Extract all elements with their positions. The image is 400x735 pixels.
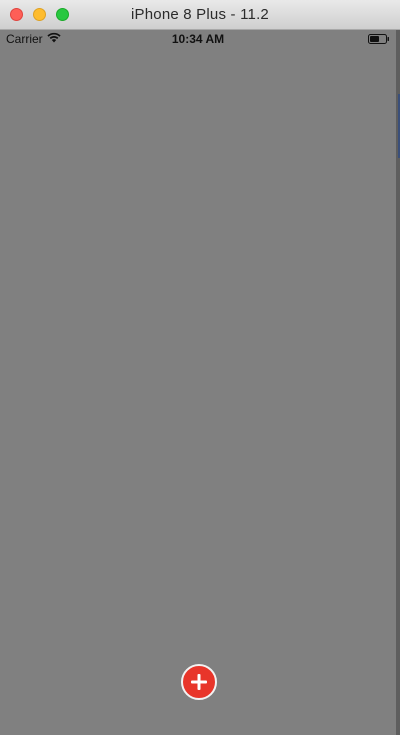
device-screen[interactable]: Carrier 10:34 AM [0,30,396,735]
status-time: 10:34 AM [171,32,225,46]
window-title: iPhone 8 Plus - 11.2 [131,6,269,23]
add-button[interactable] [181,664,217,700]
simulator-window: iPhone 8 Plus - 11.2 Carrier 10:34 AM [0,0,400,735]
status-bar: Carrier 10:34 AM [0,30,396,48]
battery-icon [368,34,389,44]
plus-icon [191,674,207,690]
title-bar[interactable]: iPhone 8 Plus - 11.2 [0,0,400,30]
